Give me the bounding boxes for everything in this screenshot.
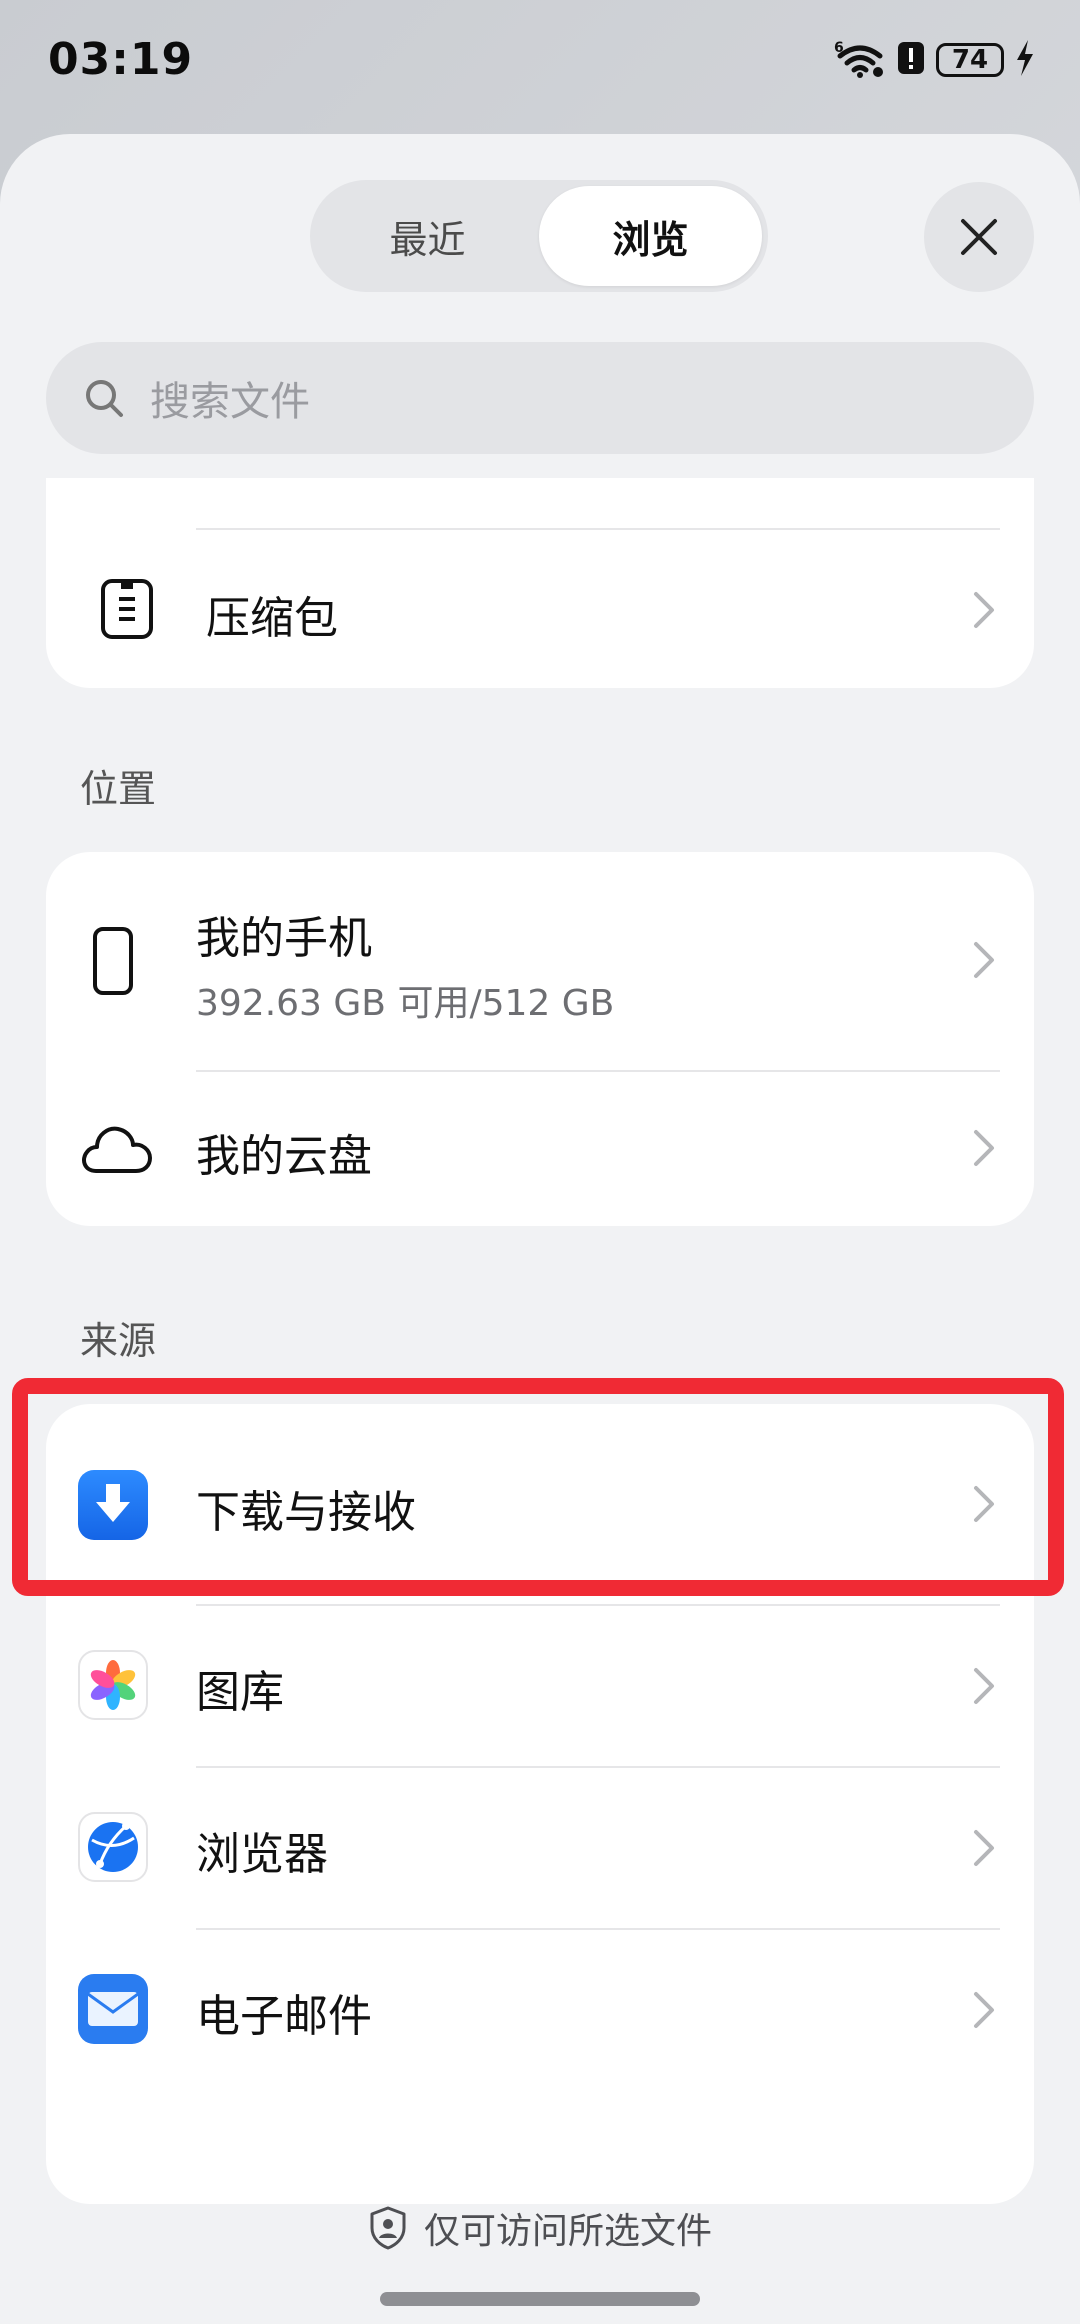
chevron-right-icon xyxy=(974,592,994,628)
download-icon xyxy=(78,1470,148,1540)
footer-note: 仅可访问所选文件 xyxy=(0,2202,1080,2254)
close-icon xyxy=(961,219,997,255)
list-item-label: 浏览器 xyxy=(196,1829,328,1880)
locations-card: 我的手机 392.63 GB 可用/512 GB 我的云盘 xyxy=(46,852,1034,1226)
search-placeholder: 搜索文件 xyxy=(150,379,310,425)
section-title-locations: 位置 xyxy=(80,767,157,811)
list-item-downloads[interactable]: 下载与接收 xyxy=(46,1404,1034,1604)
charging-icon xyxy=(1014,38,1036,82)
category-card: 压缩包 xyxy=(46,478,1034,688)
list-item-label: 图库 xyxy=(196,1667,284,1718)
tab-recent[interactable]: 最近 xyxy=(316,186,539,286)
alert-icon xyxy=(896,38,926,82)
list-item-label: 压缩包 xyxy=(206,593,338,644)
list-item-browser[interactable]: 浏览器 xyxy=(46,1768,1034,1928)
tab-browse[interactable]: 浏览 xyxy=(539,186,762,286)
archive-icon xyxy=(92,574,162,644)
status-time: 03:19 xyxy=(48,34,194,85)
status-bar: 03:19 6 74 xyxy=(0,0,1080,120)
email-icon xyxy=(78,1974,148,2044)
home-indicator[interactable] xyxy=(380,2292,700,2306)
phone-icon xyxy=(78,926,148,996)
list-item-label: 我的云盘 xyxy=(196,1131,372,1182)
list-item-my-phone[interactable]: 我的手机 392.63 GB 可用/512 GB xyxy=(46,852,1034,1070)
chevron-right-icon xyxy=(974,1992,994,2028)
chevron-right-icon xyxy=(974,1486,994,1522)
wifi-6-icon: 6 xyxy=(834,38,886,82)
status-icons: 6 74 xyxy=(834,38,1036,82)
chevron-right-icon xyxy=(974,1830,994,1866)
close-button[interactable] xyxy=(924,182,1034,292)
gallery-icon xyxy=(78,1650,148,1720)
storage-info: 392.63 GB 可用/512 GB xyxy=(196,983,615,1024)
sources-card: 下载与接收 图库 浏览器 电子邮件 xyxy=(46,1404,1034,2204)
search-input[interactable]: 搜索文件 xyxy=(46,342,1034,454)
search-icon xyxy=(86,380,123,417)
view-tabs: 最近 浏览 xyxy=(310,180,768,292)
chevron-right-icon xyxy=(974,942,994,978)
list-item-label: 我的手机 xyxy=(196,913,372,964)
section-title-sources: 来源 xyxy=(80,1319,157,1363)
chevron-right-icon xyxy=(974,1668,994,1704)
cloud-icon xyxy=(76,1114,156,1184)
list-item-label: 下载与接收 xyxy=(196,1487,416,1538)
battery-icon: 74 xyxy=(936,43,1004,77)
file-picker-sheet: 最近 浏览 搜索文件 压缩包 位置 我的手机 392.63 GB 可用/512 … xyxy=(0,134,1080,2324)
list-item-email[interactable]: 电子邮件 xyxy=(46,1930,1034,2090)
browser-icon xyxy=(78,1812,148,1882)
list-item-label: 电子邮件 xyxy=(196,1991,372,2042)
list-item-my-cloud[interactable]: 我的云盘 xyxy=(46,1072,1034,1226)
chevron-right-icon xyxy=(974,1130,994,1166)
list-item-gallery[interactable]: 图库 xyxy=(46,1606,1034,1766)
footer-note-text: 仅可访问所选文件 xyxy=(423,2211,712,2252)
list-item-archive[interactable]: 压缩包 xyxy=(46,530,1034,688)
shield-user-icon xyxy=(370,2206,406,2250)
